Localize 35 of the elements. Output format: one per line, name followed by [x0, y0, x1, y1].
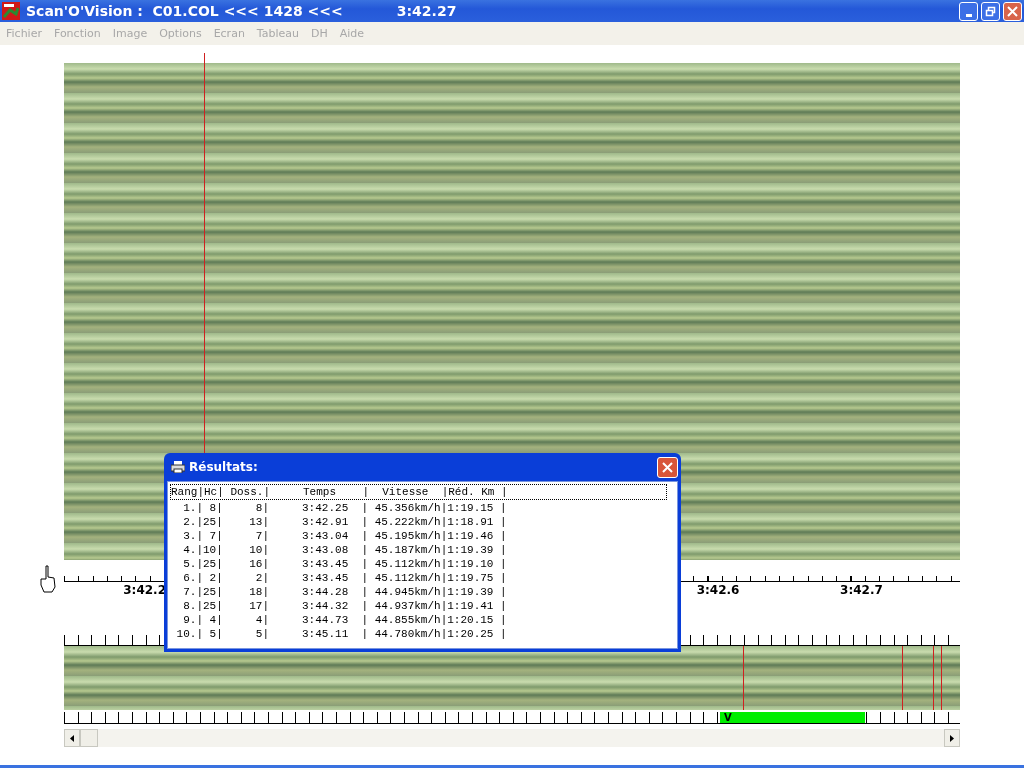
time-label: 3:42.2: [123, 583, 166, 597]
result-row[interactable]: 7.|25| 18| 3:44.28 | 44.945km/h|1:19.39 |: [170, 585, 507, 599]
restore-button[interactable]: [981, 1, 1000, 21]
result-row[interactable]: 1.| 8| 8| 3:42.25 | 45.356km/h|1:19.15 |: [170, 501, 507, 515]
printer-icon: [171, 461, 185, 473]
close-button[interactable]: [1003, 1, 1022, 21]
close-button[interactable]: [657, 456, 678, 478]
pointing-hand-icon[interactable]: [38, 565, 58, 595]
restore-icon: [985, 5, 996, 17]
result-row[interactable]: 6.| 2| 2| 3:43.45 | 45.112km/h|1:19.75 |: [170, 571, 507, 585]
result-row[interactable]: 9.| 4| 4| 3:44.73 | 44.855km/h|1:20.15 |: [170, 613, 507, 627]
result-row[interactable]: 10.| 5| 5| 3:45.11 | 44.780km/h|1:20.25 |: [170, 627, 507, 641]
app-logo-icon: [2, 2, 20, 20]
horizontal-scrollbar[interactable]: [64, 729, 960, 747]
close-icon: [1007, 5, 1018, 17]
minimize-icon: [965, 13, 972, 17]
scroll-thumb[interactable]: [80, 729, 98, 747]
result-row[interactable]: 3.| 7| 7| 3:43.04 | 45.195km/h|1:19.46 |: [170, 529, 507, 543]
minimize-button[interactable]: [959, 1, 978, 21]
dialog-title: Résultats:: [189, 460, 258, 474]
view-window-marker[interactable]: V: [720, 712, 865, 723]
result-row[interactable]: 5.|25| 16| 3:43.45 | 45.112km/h|1:19.10 |: [170, 557, 507, 571]
window-title: Scan'O'Vision : C01.COL <<< 1428 <<<: [26, 3, 343, 19]
result-row[interactable]: 2.|25| 13| 3:42.91 | 45.222km/h|1:18.91 |: [170, 515, 507, 529]
result-row[interactable]: 4.|10| 10| 3:43.08 | 45.187km/h|1:19.39 |: [170, 543, 507, 557]
window-time: 3:42.27: [396, 3, 457, 19]
close-icon: [662, 461, 673, 473]
left-arrow-icon: [70, 734, 74, 742]
result-row[interactable]: 8.|25| 17| 3:44.32 | 44.937km/h|1:19.41 |: [170, 599, 507, 613]
scroll-right-button[interactable]: [944, 729, 960, 747]
time-label: 3:42.6: [696, 583, 740, 597]
table-header: Rang|Hc| Doss.| Temps | Vitesse |Réd. Km |: [171, 485, 508, 499]
scroll-left-button[interactable]: [64, 729, 80, 747]
right-arrow-icon: [950, 734, 954, 742]
time-label: 3:42.7: [840, 583, 883, 597]
